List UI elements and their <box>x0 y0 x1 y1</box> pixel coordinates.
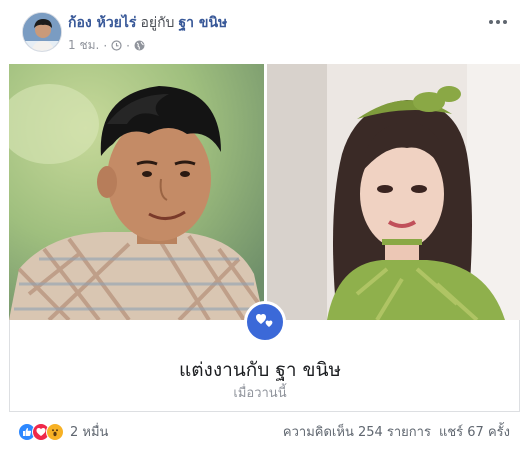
more-dot-icon <box>503 20 507 24</box>
more-options-button[interactable] <box>486 14 510 30</box>
tagged-name[interactable]: ฐา ขนิษ <box>178 15 227 31</box>
post-header: ก้อง ห้วยไร่ อยู่กับ ฐา ขนิษ 1 ชม. · · <box>0 0 520 64</box>
more-dot-icon <box>489 20 493 24</box>
reactions-summary[interactable]: 2 หมื่น <box>18 421 108 442</box>
meta-separator-2: · <box>126 38 130 53</box>
life-event-date: เมื่อวานนี้ <box>233 386 287 401</box>
reaction-count: 2 หมื่น <box>70 425 109 440</box>
groom-photo[interactable] <box>9 64 264 320</box>
author-name[interactable]: ก้อง ห้วยไร่ <box>68 15 136 31</box>
more-dot-icon <box>496 20 500 24</box>
clock-icon <box>111 40 122 51</box>
globe-icon[interactable] <box>134 40 145 51</box>
post-footer: 2 หมื่น ความคิดเห็น 254 รายการ แชร์ 67 คร… <box>0 412 520 450</box>
with-text: อยู่กับ <box>140 15 175 31</box>
life-event-title[interactable]: แต่งงานกับ ฐา ขนิษ <box>0 355 520 385</box>
life-event-badge[interactable] <box>244 301 286 343</box>
post-meta: 1 ชม. · · <box>68 36 145 55</box>
wow-icon <box>46 422 64 441</box>
author-avatar[interactable] <box>22 12 62 52</box>
author-line: ก้อง ห้วยไร่ อยู่กับ ฐา ขนิษ <box>68 12 227 34</box>
post-time[interactable]: 1 ชม. <box>68 36 99 55</box>
meta-separator: · <box>103 38 108 53</box>
heart-icon <box>254 310 276 334</box>
engagement-counts: ความคิดเห็น 254 รายการ แชร์ 67 ครั้ง <box>283 421 510 442</box>
shares-count-link[interactable]: แชร์ 67 ครั้ง <box>439 425 510 440</box>
comments-count-link[interactable]: ความคิดเห็น 254 รายการ <box>283 425 431 440</box>
bride-photo[interactable] <box>267 64 520 320</box>
